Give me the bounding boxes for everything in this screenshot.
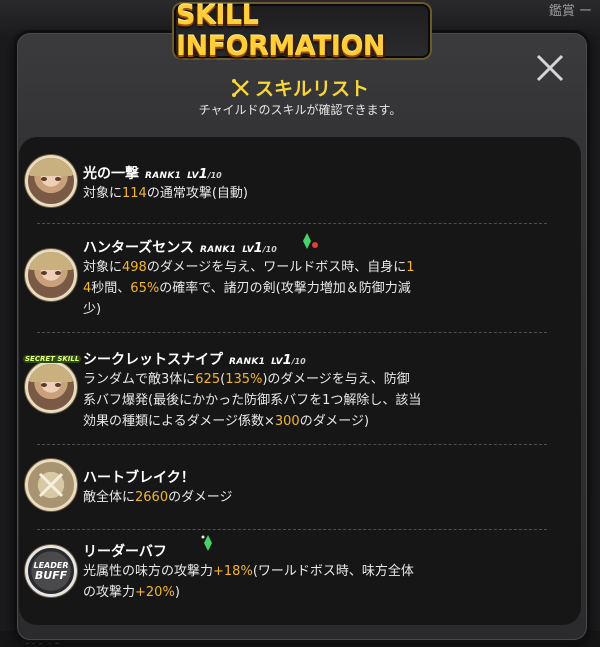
skill-name-line: ハンターズセンス RANK1 LV1/10 (83, 237, 277, 257)
highlight-value: 65% (130, 281, 160, 296)
skill-name: リーダーバフ (83, 544, 167, 560)
description-line: 系バフ爆発(最後にかかった防御系バフを1つ解除し、該当 (83, 390, 503, 411)
skill-name: シークレットスナイプ (83, 352, 223, 368)
skill-level: LV1/10 (271, 353, 306, 368)
buff-label: BUFF (34, 568, 68, 582)
skill-level: LV1/10 (187, 167, 222, 182)
skill-description: 対象に114の通常攻撃(自動) (83, 183, 483, 204)
skill-name: ハートブレイク！ (83, 470, 195, 486)
description-text: ランダムで敵3体に (83, 372, 196, 387)
section-title-text: スキルリスト (254, 78, 369, 100)
description-text: ) (174, 585, 180, 600)
highlight-value: 114 (122, 186, 147, 201)
skill-name: 光の一撃 (83, 166, 139, 182)
skill-name-line: シークレットスナイプ RANK1 LV1/10 (83, 349, 306, 369)
crossed-swords-icon (231, 78, 251, 98)
description-line: 対象に498のダメージを与え、ワールドボス時、自身に1 (83, 257, 483, 278)
description-text: のダメージ (168, 490, 233, 505)
character-avatar (25, 249, 77, 301)
description-line: ランダムで敵3体に625(135%)のダメージを与え、防御 (83, 369, 503, 390)
green-gem-icon (303, 231, 319, 255)
green-gem-icon (201, 533, 215, 557)
skill-name-line: リーダーバフ (83, 541, 167, 561)
description-text: の攻撃力 (83, 585, 136, 600)
skill-name-line: ハートブレイク！ (83, 467, 195, 487)
highlight-value: 135% (225, 372, 263, 387)
highlight-value: 2660 (135, 490, 169, 505)
section-subtitle: チャイルドのスキルが確認できます。 (198, 103, 402, 117)
description-text: )のダメージを与え、防御 (262, 372, 410, 387)
description-text: 対象に (83, 186, 123, 201)
description-text: 光属性の味方の攻撃力 (83, 564, 214, 579)
description-line: 効果の種類によるダメージ係数×300のダメージ) (83, 411, 503, 432)
skill-name: ハンターズセンス (83, 240, 195, 256)
heart-break-avatar (25, 459, 77, 511)
skill-rank: RANK1 (145, 171, 182, 181)
character-avatar (25, 155, 77, 207)
description-line: 光属性の味方の攻撃力+18%(ワールドボス時、味方全体 (83, 561, 503, 582)
description-text: 効果の種類によるダメージ係数× (83, 414, 275, 429)
skill-description: ランダムで敵3体に625(135%)のダメージを与え、防御系バフ爆発(最後にかか… (83, 369, 503, 432)
skill-description: 光属性の味方の攻撃力+18%(ワールドボス時、味方全体 の攻撃力+20%) (83, 561, 503, 603)
highlight-value: +20% (135, 585, 175, 600)
skill-description: 対象に498のダメージを与え、ワールドボス時、自身に1 4秒間、65%の確率で、諸… (83, 257, 483, 320)
description-text: 系バフ爆発(最後にかかった防御系バフを1つ解除し、該当 (83, 393, 422, 408)
description-text: (ワールドボス時、味方全体 (252, 564, 414, 579)
description-line: 少) (83, 299, 483, 320)
description-text: のダメージ) (299, 414, 370, 429)
leader-buff-avatar: LEADER BUFF (25, 545, 77, 597)
skill-level: LV1/10 (242, 241, 277, 256)
description-line: 敵全体に2660のダメージ (83, 487, 483, 508)
highlight-value: 625 (195, 372, 221, 387)
skill-list[interactable]: 光の一撃 RANK1 LV1/10 対象に114の通常攻撃(自動) ハンターズセ… (19, 137, 581, 625)
title-banner: SKILL INFORMATION (174, 0, 430, 62)
description-text: 少) (83, 302, 102, 317)
crossed-swords-icon (38, 472, 64, 498)
skill-description: 敵全体に2660のダメージ (83, 487, 483, 508)
divider (37, 444, 547, 445)
skill-rank: RANK1 (200, 245, 237, 255)
divider (37, 529, 547, 530)
divider (37, 332, 547, 333)
description-text: の通常攻撃(自動) (146, 186, 248, 201)
highlight-value: 1 (406, 260, 415, 275)
modal-title: SKILL INFORMATION (176, 0, 386, 62)
character-avatar (25, 361, 77, 413)
description-line: の攻撃力+20%) (83, 582, 503, 603)
highlight-value: +18% (213, 564, 253, 579)
background-corner-text: 鑑賞 ー (548, 4, 592, 19)
description-line: 4秒間、65%の確率で、諸刃の剣(攻撃力増加＆防御力減 (83, 278, 483, 299)
description-text: の確率で、諸刃の剣(攻撃力増加＆防御力減 (159, 281, 411, 296)
skill-rank: RANK1 (229, 357, 266, 367)
description-text: 秒間、 (91, 281, 131, 296)
description-text: 敵全体に (83, 490, 136, 505)
highlight-value: 498 (122, 260, 147, 275)
highlight-value: 300 (274, 414, 300, 429)
secret-skill-badge: SECRET SKILL (23, 355, 82, 363)
description-text: のダメージを与え、ワールドボス時、自身に (146, 260, 407, 275)
skill-name-line: 光の一撃 RANK1 LV1/10 (83, 163, 222, 183)
description-text: 対象に (83, 260, 123, 275)
section-title: スキルリスト (0, 74, 600, 101)
description-line: 対象に114の通常攻撃(自動) (83, 183, 483, 204)
divider (37, 223, 547, 224)
